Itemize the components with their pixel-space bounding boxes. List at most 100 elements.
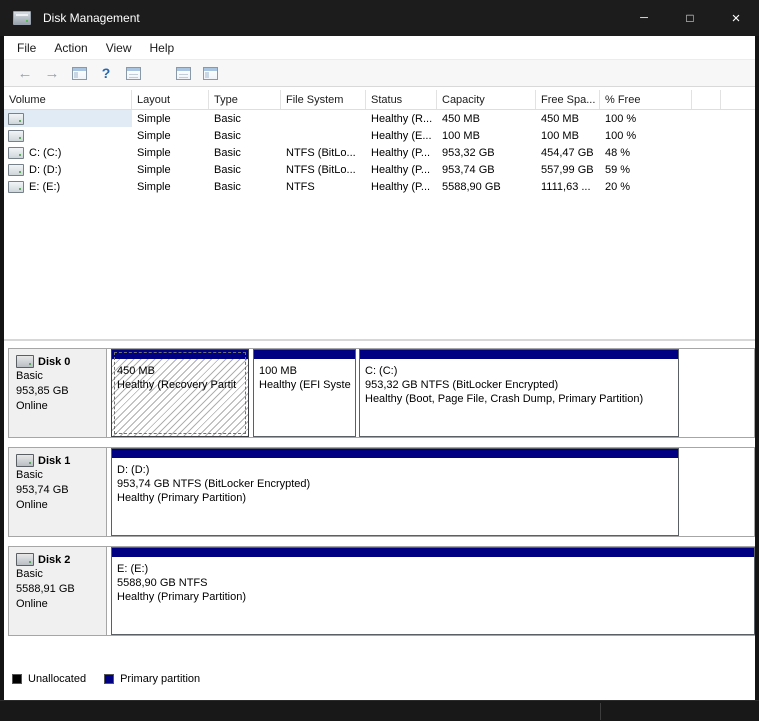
- volume-row-e[interactable]: E: (E:) Simple Basic NTFS Healthy (P... …: [4, 178, 755, 195]
- console-tree-icon[interactable]: [70, 65, 88, 81]
- disk-1-header[interactable]: Disk 1 Basic 953,74 GB Online: [9, 448, 107, 536]
- partition-title: E: (E:): [117, 563, 149, 575]
- volume-list-header: Volume Layout Type File System Status Ca…: [4, 90, 755, 110]
- cell-capacity: 953,74 GB: [442, 163, 495, 176]
- details-view-icon[interactable]: [124, 65, 142, 81]
- disk-kind: Basic: [16, 370, 43, 382]
- partition-size: 5588,90 GB NTFS: [117, 577, 208, 589]
- disk-status: Online: [16, 598, 48, 610]
- partition-efi[interactable]: 100 MB Healthy (EFI Syste: [253, 349, 356, 437]
- cell-file-system: NTFS: [286, 180, 315, 193]
- partition-recovery[interactable]: 450 MB Healthy (Recovery Partit: [111, 349, 249, 437]
- close-button[interactable]: ×: [713, 0, 759, 36]
- unallocated-swatch: [12, 674, 22, 684]
- menu-view[interactable]: View: [97, 36, 141, 59]
- volume-row-efi[interactable]: Simple Basic Healthy (E... 100 MB 100 MB…: [4, 127, 755, 144]
- volume-list: Volume Layout Type File System Status Ca…: [4, 87, 755, 339]
- cell-pct-free: 59 %: [605, 163, 631, 176]
- properties-icon[interactable]: [174, 65, 192, 81]
- column-header-filler: [721, 90, 755, 109]
- cell-capacity: 100 MB: [442, 129, 480, 142]
- menu-help[interactable]: Help: [141, 36, 184, 59]
- action-pane-icon[interactable]: [201, 65, 219, 81]
- cell-layout: Simple: [137, 163, 171, 176]
- cell-file-system: [281, 127, 366, 144]
- cell-status: Healthy (P...: [371, 163, 431, 176]
- cell-status: Healthy (P...: [371, 180, 431, 193]
- maximize-button[interactable]: □: [667, 0, 713, 36]
- cell-status: Healthy (R...: [371, 112, 433, 125]
- titlebar[interactable]: Disk Management ─ □ ×: [0, 0, 759, 36]
- cell-file-system: NTFS (BitLo...: [286, 146, 356, 159]
- forward-icon[interactable]: →: [43, 65, 61, 81]
- cell-capacity: 450 MB: [442, 112, 480, 125]
- cell-type: Basic: [214, 163, 241, 176]
- cell-pct-free: 100 %: [605, 129, 637, 142]
- minimize-button[interactable]: ─: [621, 0, 667, 36]
- partition-status: Healthy (Boot, Page File, Crash Dump, Pr…: [365, 393, 644, 405]
- disk-status: Online: [16, 499, 48, 511]
- column-header-capacity[interactable]: Capacity: [437, 90, 536, 109]
- column-header-layout[interactable]: Layout: [132, 90, 209, 109]
- partition-c[interactable]: C: (C:) 953,32 GB NTFS (BitLocker Encryp…: [359, 349, 679, 437]
- volume-icon: [8, 129, 24, 142]
- disk-status: Online: [16, 400, 48, 412]
- partition-color-strip: [112, 350, 248, 359]
- partition-status: Healthy (EFI Syste: [259, 379, 351, 391]
- volume-icon: [8, 163, 24, 176]
- cell-pct-free: 100 %: [605, 112, 637, 125]
- toolbar: ← → ?: [4, 60, 755, 87]
- cell-type: Basic: [214, 146, 241, 159]
- disk-name: Disk 0: [38, 355, 71, 368]
- toolbar-separator: [151, 73, 165, 74]
- cell-free-space: 450 MB: [541, 112, 579, 125]
- primary-partition-swatch: [104, 674, 115, 684]
- column-header-pct-free[interactable]: % Free: [600, 90, 692, 109]
- column-header-status[interactable]: Status: [366, 90, 437, 109]
- help-icon[interactable]: ?: [97, 65, 115, 81]
- cell-volume: C: (C:): [4, 144, 132, 161]
- partition-color-strip: [254, 350, 355, 359]
- cell-file-system: NTFS (BitLo...: [286, 163, 356, 176]
- column-header-free-space[interactable]: Free Spa...: [536, 90, 600, 109]
- cell-layout: Simple: [137, 146, 171, 159]
- partition-color-strip: [360, 350, 678, 359]
- column-header-volume[interactable]: Volume: [4, 90, 132, 109]
- partition-size: 953,32 GB NTFS (BitLocker Encrypted): [365, 379, 559, 391]
- disk-2-header[interactable]: Disk 2 Basic 5588,91 GB Online: [9, 547, 107, 635]
- cell-volume: E: (E:): [4, 178, 132, 195]
- cell-type: Basic: [214, 112, 241, 125]
- partition-color-strip: [112, 449, 678, 458]
- column-header-file-system[interactable]: File System: [281, 90, 366, 109]
- partition-status: Healthy (Primary Partition): [117, 492, 246, 504]
- disk-0-header[interactable]: Disk 0 Basic 953,85 GB Online: [9, 349, 107, 437]
- partition-e[interactable]: E: (E:) 5588,90 GB NTFS Healthy (Primary…: [111, 547, 755, 635]
- volume-icon: [8, 146, 24, 159]
- cell-type: Basic: [214, 129, 241, 142]
- menu-file[interactable]: File: [8, 36, 45, 59]
- cell-volume: D: (D:): [4, 161, 132, 178]
- disk-management-window: Disk Management ─ □ × File Action View H…: [0, 0, 759, 721]
- window-controls: ─ □ ×: [621, 0, 759, 36]
- cell-layout: Simple: [137, 129, 171, 142]
- partition-size: 953,74 GB NTFS (BitLocker Encrypted): [117, 478, 311, 490]
- cell-volume: [4, 127, 132, 144]
- disk-icon: [16, 454, 34, 467]
- volume-row-d[interactable]: D: (D:) Simple Basic NTFS (BitLo... Heal…: [4, 161, 755, 178]
- menubar: File Action View Help: [4, 36, 755, 60]
- disk-icon: [16, 553, 34, 566]
- disk-name: Disk 1: [38, 454, 71, 467]
- partition-d[interactable]: D: (D:) 953,74 GB NTFS (BitLocker Encryp…: [111, 448, 679, 536]
- cell-free-space: 1111,63 ...: [541, 180, 591, 193]
- partition-status: Healthy (Primary Partition): [117, 591, 246, 603]
- column-header-type[interactable]: Type: [209, 90, 281, 109]
- cell-layout: Simple: [137, 180, 171, 193]
- volume-row-recovery[interactable]: Simple Basic Healthy (R... 450 MB 450 MB…: [4, 110, 755, 127]
- back-icon[interactable]: ←: [16, 65, 34, 81]
- cell-status: Healthy (P...: [371, 146, 431, 159]
- volume-row-c[interactable]: C: (C:) Simple Basic NTFS (BitLo... Heal…: [4, 144, 755, 161]
- cell-free-space: 557,99 GB: [541, 163, 594, 176]
- unallocated-label: Unallocated: [28, 673, 87, 685]
- menu-action[interactable]: Action: [45, 36, 96, 59]
- cell-file-system: [281, 110, 366, 127]
